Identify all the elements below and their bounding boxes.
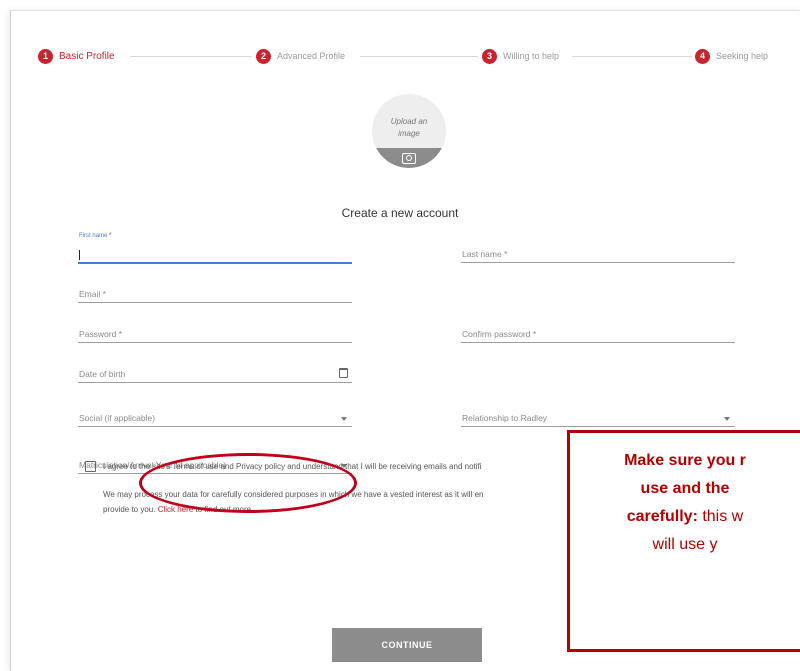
form-title: Create a new account [341, 206, 459, 220]
step-willing-to-help[interactable]: 3 Willing to help [482, 47, 566, 65]
confirm-password-field[interactable]: Confirm password * [461, 326, 735, 343]
chevron-down-icon [341, 417, 347, 421]
relationship-select[interactable]: Relationship to Radley [461, 410, 735, 427]
camera-icon [402, 152, 416, 164]
email-placeholder: Email * [79, 289, 106, 299]
first-name-label: First name * [79, 233, 112, 239]
first-name-field[interactable]: First name * [78, 233, 352, 264]
callout-line3-rest: this w [697, 508, 744, 525]
continue-button[interactable]: CONTINUE [332, 628, 482, 662]
upload-bar [372, 148, 446, 168]
agree-checkbox[interactable] [85, 461, 96, 472]
relationship-placeholder: Relationship to Radley [462, 413, 548, 423]
callout-line4: will use y [652, 536, 718, 553]
highlight-ellipse [139, 453, 357, 513]
progress-stepper: 1 Basic Profile 2 Advanced Profile 3 Wil… [38, 47, 778, 67]
step-number: 2 [256, 48, 271, 64]
dob-placeholder: Date of birth [79, 369, 126, 379]
step-number: 1 [38, 48, 53, 64]
upload-label-line1: Upload an [390, 117, 428, 126]
social-select[interactable]: Social (if applicable) [78, 410, 352, 427]
chevron-down-icon [724, 417, 730, 421]
step-advanced-profile[interactable]: 2 Advanced Profile [256, 47, 352, 65]
step-number: 4 [695, 48, 710, 64]
callout-line1: Make sure you r [624, 452, 746, 469]
confirm-password-placeholder: Confirm password * [462, 329, 537, 339]
step-label: Seeking help [716, 51, 769, 61]
upload-image-button[interactable]: Upload an image [372, 94, 446, 168]
step-label: Basic Profile [59, 50, 115, 62]
text-caret [79, 250, 80, 260]
step-label: Advanced Profile [277, 51, 346, 61]
step-number: 3 [482, 48, 497, 64]
email-field[interactable]: Email * [78, 286, 352, 303]
callout-line2: use and the [640, 480, 730, 497]
last-name-placeholder: Last name * [462, 249, 508, 259]
password-placeholder: Password * [79, 329, 123, 339]
password-field[interactable]: Password * [78, 326, 352, 343]
step-label: Willing to help [503, 51, 560, 61]
callout-line3-bold: carefully: [626, 508, 698, 525]
step-seeking-help[interactable]: 4 Seeking help [695, 47, 775, 65]
annotation-callout: Make sure you r use and the carefully: t… [567, 430, 800, 652]
social-placeholder: Social (if applicable) [79, 413, 156, 423]
step-basic-profile[interactable]: 1 Basic Profile [38, 47, 121, 65]
upload-label-line2: image [398, 129, 420, 138]
last-name-field[interactable]: Last name * [461, 246, 735, 263]
calendar-icon[interactable] [339, 368, 348, 378]
upload-label: Upload an image [372, 116, 446, 140]
date-of-birth-field[interactable]: Date of birth [78, 366, 352, 383]
